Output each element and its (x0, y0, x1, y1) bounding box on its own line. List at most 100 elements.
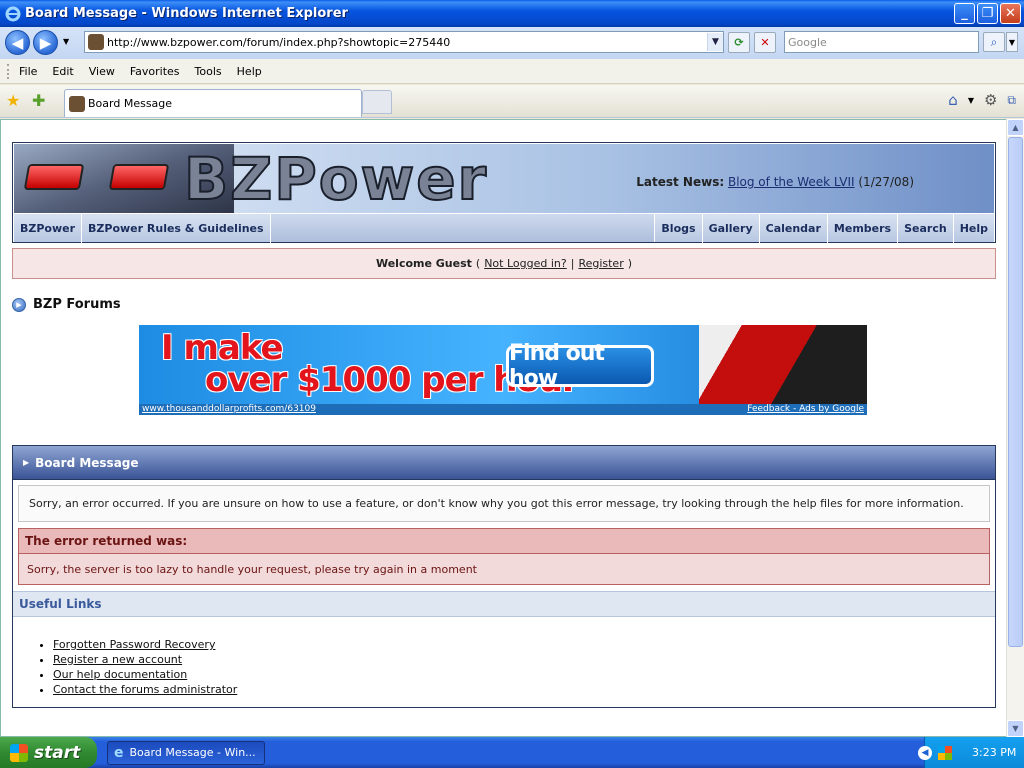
home-icon[interactable]: ⌂ (948, 91, 958, 109)
nav-members[interactable]: Members (828, 214, 899, 243)
system-tray: ◀ 3:23 PM (918, 737, 1024, 768)
add-favorite-icon[interactable]: ✚ (32, 91, 45, 110)
scroll-thumb[interactable] (1008, 137, 1023, 647)
menu-favorites[interactable]: Favorites (130, 65, 180, 78)
tools-gear-icon[interactable]: ⚙ (984, 91, 997, 109)
tab-label: Board Message (88, 97, 173, 110)
site-header: BZPower Latest News: Blog of the Week LV… (12, 142, 996, 243)
new-tab-button[interactable] (362, 90, 392, 114)
breadcrumb-forums[interactable]: BZP Forums (33, 297, 121, 312)
list-item: Contact the forums administrator (53, 682, 995, 697)
ad-cta-button[interactable]: Find out how (506, 341, 654, 391)
menu-tools[interactable]: Tools (195, 65, 222, 78)
tray-expand-icon[interactable]: ◀ (918, 745, 932, 760)
site-nav: BZPower BZPower Rules & Guidelines Blogs… (14, 213, 994, 243)
menu-file[interactable]: File (19, 65, 37, 78)
favorites-star-icon[interactable]: ★ (6, 91, 20, 110)
ie-taskbar-icon: e (114, 744, 124, 761)
link-password-recovery[interactable]: Forgotten Password Recovery (53, 638, 215, 651)
menu-help[interactable]: Help (237, 65, 262, 78)
nav-blogs[interactable]: Blogs (655, 214, 703, 243)
windows-logo-icon (10, 743, 28, 762)
search-options-icon[interactable]: ▼ (1006, 32, 1018, 52)
refresh-button[interactable]: ⟳ (728, 32, 750, 53)
news-link[interactable]: Blog of the Week LVII (728, 175, 855, 189)
nav-calendar[interactable]: Calendar (760, 214, 828, 243)
history-dropdown-icon[interactable]: ▼ (63, 37, 69, 46)
nav-gallery[interactable]: Gallery (703, 214, 760, 243)
page: BZPower Latest News: Blog of the Week LV… (12, 142, 996, 708)
nav-bzpower[interactable]: BZPower (14, 214, 83, 243)
start-button[interactable]: start (0, 737, 97, 768)
breadcrumb: ▶ BZP Forums (12, 297, 996, 312)
nav-search[interactable]: Search (898, 214, 954, 243)
news-label: Latest News: (636, 175, 725, 189)
board-header: ▶ Board Message (13, 446, 995, 480)
register-link[interactable]: Register (578, 257, 623, 270)
latest-news: Latest News: Blog of the Week LVII (1/27… (636, 175, 914, 189)
tab-board-message[interactable]: Board Message (64, 89, 362, 117)
toolbar-grip (7, 64, 10, 79)
news-date: (1/27/08) (858, 175, 914, 189)
list-item: Our help documentation (53, 667, 995, 682)
back-button[interactable]: ◀ (5, 30, 30, 55)
tab-favicon-icon (69, 95, 85, 112)
minimize-button[interactable]: _ (954, 3, 975, 24)
welcome-close-paren: ) (627, 257, 633, 270)
close-button[interactable]: ✕ (1000, 3, 1021, 24)
useful-links-list: Forgotten Password Recovery Register a n… (13, 617, 995, 707)
menu-edit[interactable]: Edit (52, 65, 73, 78)
scroll-up-icon[interactable]: ▲ (1007, 119, 1024, 136)
window-title: Board Message - Windows Internet Explore… (25, 6, 348, 21)
vertical-scrollbar[interactable]: ▲ ▼ (1006, 119, 1024, 737)
forum-nav-icon: ▶ (12, 297, 26, 312)
expand-toolbar-icon[interactable]: ⧉ (1007, 93, 1016, 108)
list-item: Forgotten Password Recovery (53, 637, 995, 652)
link-help-docs[interactable]: Our help documentation (53, 668, 187, 681)
not-logged-in-link[interactable]: Not Logged in? (484, 257, 567, 270)
link-register[interactable]: Register a new account (53, 653, 182, 666)
ie-icon (5, 6, 21, 22)
taskbar-ie-item[interactable]: e Board Message - Win... (107, 740, 265, 765)
board-title: Board Message (35, 455, 139, 470)
stop-button[interactable]: ✕ (754, 32, 776, 53)
ad-banner[interactable]: I make over $1000 per hour Find out how … (139, 325, 867, 415)
taskbar: start e Board Message - Win... ◀ 3:23 PM (0, 737, 1024, 768)
scroll-down-icon[interactable]: ▼ (1007, 720, 1024, 737)
error-title: The error returned was: (19, 529, 989, 554)
welcome-separator: | (570, 257, 575, 270)
list-item: Register a new account (53, 652, 995, 667)
collapse-arrow-icon: ▶ (23, 458, 30, 467)
tab-row: ★ ✚ Board Message ⌂ ▼ ⚙ ⧉ (0, 85, 1024, 118)
menu-view[interactable]: View (89, 65, 115, 78)
menu-bar: File Edit View Favorites Tools Help (0, 59, 1024, 84)
site-banner: BZPower Latest News: Blog of the Week LV… (14, 144, 994, 213)
left-eye (23, 164, 85, 190)
ad-person-image (699, 325, 867, 405)
site-favicon-icon (88, 34, 104, 50)
tray-windows-icon[interactable] (938, 745, 952, 760)
start-label: start (34, 742, 81, 763)
nav-spacer (270, 214, 656, 242)
taskbar-item-label: Board Message - Win... (129, 746, 256, 759)
site-logo[interactable]: BZPower (183, 147, 488, 211)
link-contact-admin[interactable]: Contact the forums administrator (53, 683, 237, 696)
nav-rules[interactable]: BZPower Rules & Guidelines (82, 214, 271, 243)
maximize-button[interactable]: ❐ (977, 3, 998, 24)
address-row: ◀ ▶ ▼ http://www.bzpower.com/forum/index… (0, 27, 1024, 59)
error-details: The error returned was: Sorry, the serve… (18, 528, 990, 585)
home-dropdown-icon[interactable]: ▼ (968, 96, 974, 105)
ad-feedback-link[interactable]: Feedback - Ads by Google (747, 404, 864, 415)
address-dropdown-icon[interactable]: ▼ (707, 33, 723, 51)
error-text: Sorry, the server is too lazy to handle … (27, 562, 477, 576)
clock: 3:23 PM (972, 746, 1017, 759)
nav-help[interactable]: Help (954, 214, 994, 243)
ad-footer: www.thousanddollarprofits.com/63109 Feed… (139, 404, 867, 415)
forward-button[interactable]: ▶ (33, 30, 58, 55)
search-input[interactable]: Google (784, 31, 979, 53)
address-bar[interactable]: http://www.bzpower.com/forum/index.php?s… (84, 31, 724, 53)
ad-url-link[interactable]: www.thousanddollarprofits.com/63109 (142, 404, 316, 415)
search-icon[interactable]: ⌕ (983, 32, 1005, 52)
welcome-greeting: Welcome Guest (375, 257, 472, 270)
address-url[interactable]: http://www.bzpower.com/forum/index.php?s… (107, 36, 707, 49)
